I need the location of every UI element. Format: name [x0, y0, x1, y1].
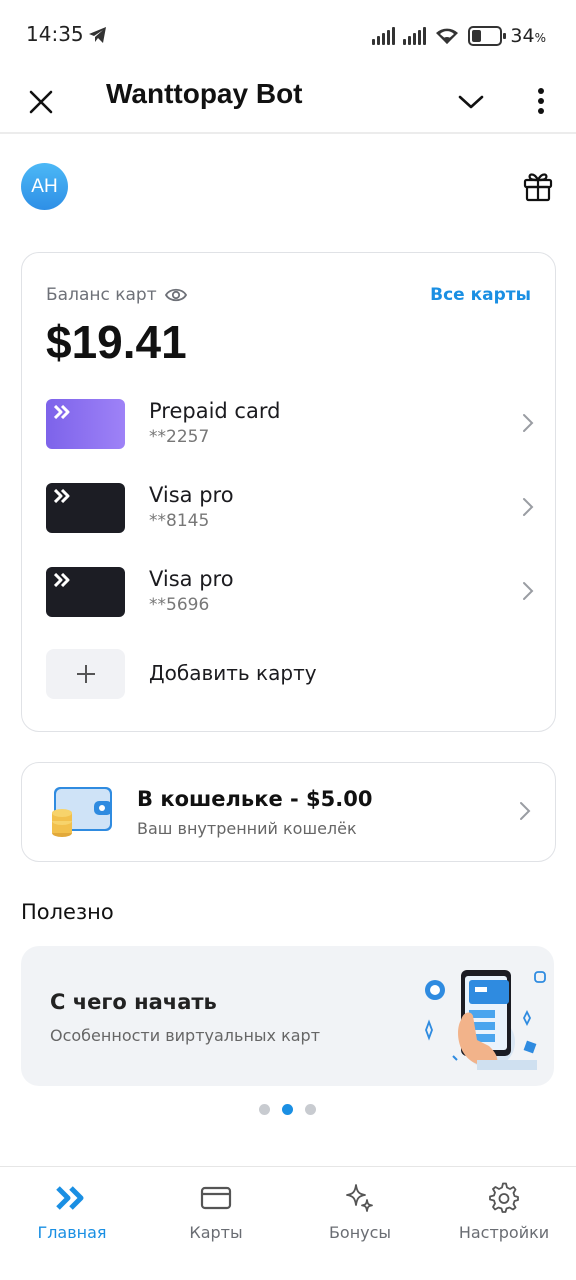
nav-item-settings[interactable]: Настройки [439, 1181, 569, 1251]
nav-item-cards[interactable]: Карты [151, 1181, 281, 1251]
wallet-title: В кошельке - $5.00 [137, 787, 373, 811]
balance-label: Баланс карт [46, 285, 157, 305]
home-chevrons-icon [56, 1186, 84, 1210]
pager-dot[interactable] [305, 1104, 316, 1115]
bottom-nav: Главная Карты Бонусы Настройки [0, 1166, 576, 1280]
sparkles-icon [346, 1184, 373, 1212]
battery-unit: % [534, 31, 546, 45]
card-name: Visa pro [149, 567, 234, 591]
chevron-right-icon [523, 582, 534, 600]
card-thumbnail [46, 567, 125, 617]
wifi-icon [436, 28, 459, 44]
balance-amount: $19.41 [46, 316, 187, 368]
plus-icon [76, 665, 95, 683]
card-thumbnail [46, 399, 125, 449]
card-icon [200, 1186, 232, 1210]
section-title: Полезно [21, 900, 114, 924]
nav-label-home: Главная [37, 1223, 107, 1242]
status-time: 14:35 [26, 22, 84, 46]
close-icon [29, 90, 53, 114]
gift-icon [523, 173, 553, 202]
card-row[interactable]: Prepaid card **2257 [46, 399, 534, 451]
wallet-icon [52, 787, 112, 837]
pager-dot-active[interactable] [282, 1104, 293, 1115]
brand-chevrons-icon [54, 405, 70, 419]
nav-item-home[interactable]: Главная [7, 1181, 137, 1251]
card-row[interactable]: Visa pro **8145 [46, 483, 534, 535]
app-header: Wanttopay Bot [0, 70, 576, 134]
phone-card-illustration [425, 970, 546, 1070]
nav-item-bonuses[interactable]: Бонусы [295, 1181, 425, 1251]
brand-chevrons-icon [54, 573, 70, 587]
chevron-right-icon [523, 414, 534, 432]
card-name: Prepaid card [149, 399, 281, 423]
avatar[interactable]: AH [21, 163, 68, 210]
signal-icon [403, 27, 427, 45]
nav-label-settings: Настройки [458, 1223, 550, 1242]
chevron-down-icon [458, 95, 484, 109]
add-card-button[interactable]: Добавить карту [46, 649, 534, 701]
card-name: Visa pro [149, 483, 234, 507]
chevron-right-icon [520, 802, 531, 820]
battery-percent: 34 [510, 25, 535, 47]
card-row[interactable]: Visa pro **5696 [46, 567, 534, 619]
page-title: Wanttopay Bot [106, 78, 303, 109]
promo-banner[interactable]: С чего начать Особенности виртуальных ка… [21, 946, 554, 1086]
nav-label-cards: Карты [189, 1223, 243, 1242]
gift-button[interactable] [520, 168, 556, 204]
battery-icon [468, 26, 507, 46]
eye-icon[interactable] [164, 287, 187, 303]
wallet-card[interactable]: В кошельке - $5.00 Ваш внутренний кошелё… [21, 762, 556, 862]
add-card-tile [46, 649, 125, 699]
carousel-pager [259, 1104, 316, 1115]
card-thumbnail [46, 483, 125, 533]
balance-card: Баланс карт Все карты $19.41 Prepaid car… [21, 252, 556, 732]
nav-label-bonuses: Бонусы [328, 1223, 392, 1242]
collapse-button[interactable] [452, 80, 490, 124]
card-number: **5696 [149, 595, 210, 615]
brand-chevrons-icon [54, 489, 70, 503]
chevron-right-icon [523, 498, 534, 516]
telegram-icon [89, 27, 106, 43]
add-card-label: Добавить карту [149, 661, 317, 685]
wallet-subtitle: Ваш внутренний кошелёк [137, 819, 357, 838]
pager-dot[interactable] [259, 1104, 270, 1115]
more-menu-button[interactable] [524, 78, 558, 124]
card-number: **8145 [149, 511, 210, 531]
card-number: **2257 [149, 427, 210, 447]
all-cards-link[interactable]: Все карты [430, 285, 531, 305]
signal-icon [372, 27, 396, 45]
more-vertical-icon [538, 88, 544, 114]
promo-subtitle: Особенности виртуальных карт [50, 1026, 321, 1045]
close-button[interactable] [24, 80, 58, 124]
promo-title: С чего начать [50, 990, 217, 1014]
status-bar: 14:35 34% [0, 0, 576, 70]
gear-icon [489, 1182, 519, 1213]
